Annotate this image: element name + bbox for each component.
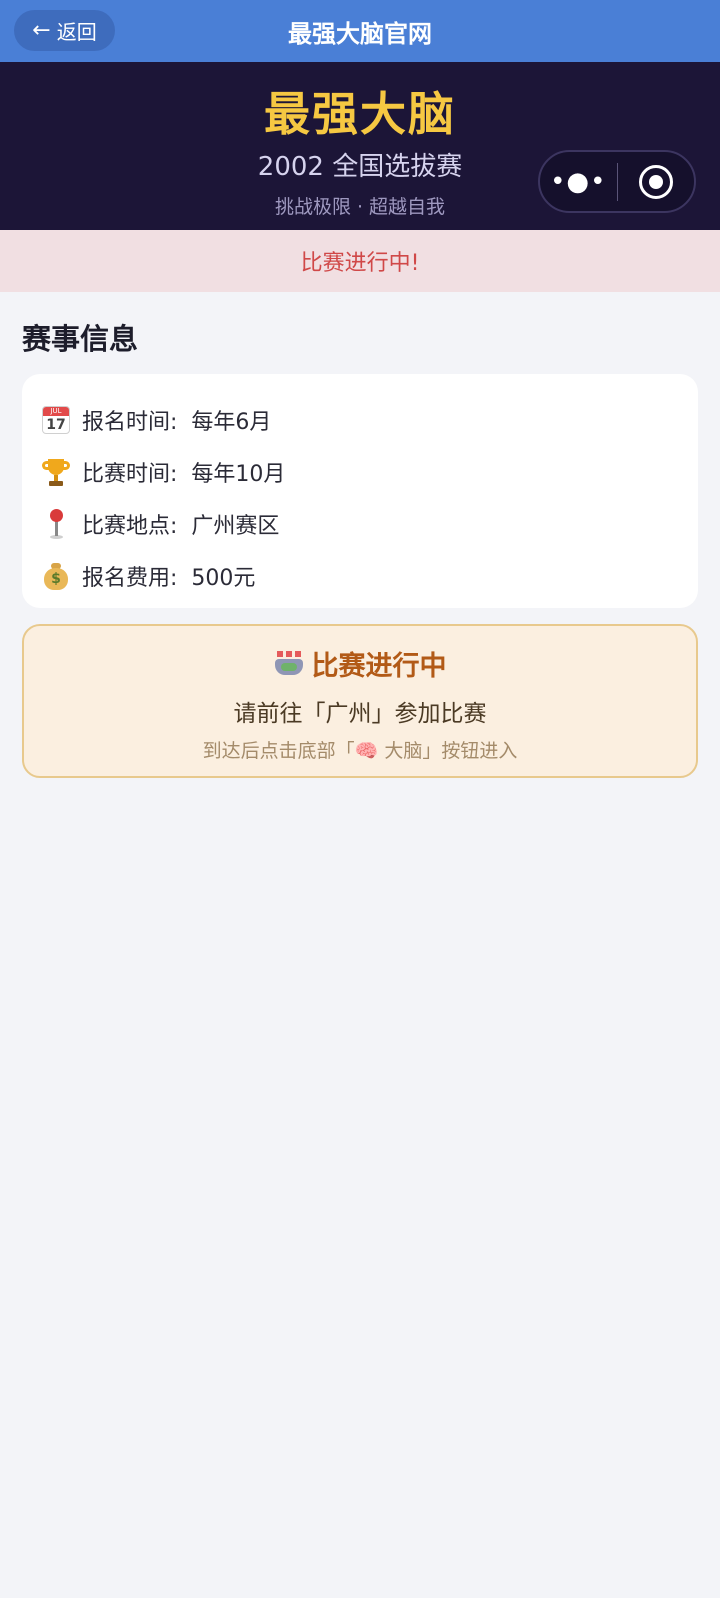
info-label: 报名费用: <box>82 566 178 591</box>
arrow-left-icon: ← <box>32 17 51 43</box>
target-circle-icon <box>638 164 673 199</box>
more-options-button[interactable]: •●• <box>540 152 617 211</box>
calendar-icon: JUL 17 <box>40 404 72 436</box>
pushpin-icon <box>40 508 72 540</box>
money-bag-icon: $ <box>40 560 72 592</box>
info-row-fee: $ 报名费用: 500元 <box>22 550 698 602</box>
info-row-location: 比赛地点: 广州赛区 <box>22 498 698 550</box>
info-value: 每年10月 <box>191 462 286 487</box>
miniprogram-capsule: •●• <box>538 150 696 213</box>
notice-title-text: 比赛进行中 <box>311 651 447 682</box>
notice-hint: 到达后点击底部「🧠 大脑」按钮进入 <box>202 740 518 762</box>
info-value: 广州赛区 <box>191 514 280 539</box>
hero-banner: 最强大脑 2002 全国选拔赛 挑战极限 · 超越自我 •●• <box>0 62 720 230</box>
top-navbar: ← 返回 最强大脑官网 <box>0 0 720 62</box>
hero-title: 最强大脑 <box>264 87 456 141</box>
section-title: 赛事信息 <box>22 322 139 356</box>
back-button-label: 返回 <box>56 20 97 44</box>
notice-instruction: 请前往「广州」参加比赛 <box>233 701 487 727</box>
event-info-card: JUL 17 报名时间: 每年6月 比赛时间: 每年10月 比赛地点: 广州赛区… <box>22 374 698 608</box>
info-value: 每年6月 <box>191 410 272 435</box>
info-label: 比赛时间: <box>82 462 178 487</box>
info-label: 报名时间: <box>82 410 178 435</box>
back-button[interactable]: ← 返回 <box>14 10 115 51</box>
status-banner: 比赛进行中! <box>0 230 720 292</box>
competition-notice-card: 比赛进行中 请前往「广州」参加比赛 到达后点击底部「🧠 大脑」按钮进入 <box>22 624 698 778</box>
info-value: 500元 <box>191 566 256 591</box>
close-miniprogram-button[interactable] <box>618 152 695 211</box>
app-page: ← 返回 最强大脑官网 最强大脑 2002 全国选拔赛 挑战极限 · 超越自我 … <box>0 0 720 1598</box>
trophy-icon <box>40 456 72 488</box>
info-row-registration-time: JUL 17 报名时间: 每年6月 <box>22 394 698 446</box>
info-row-competition-time: 比赛时间: 每年10月 <box>22 446 698 498</box>
info-label: 比赛地点: <box>82 514 178 539</box>
notice-title: 比赛进行中 <box>24 644 696 683</box>
stadium-icon <box>274 650 304 677</box>
more-dots-icon: •●• <box>550 166 607 197</box>
